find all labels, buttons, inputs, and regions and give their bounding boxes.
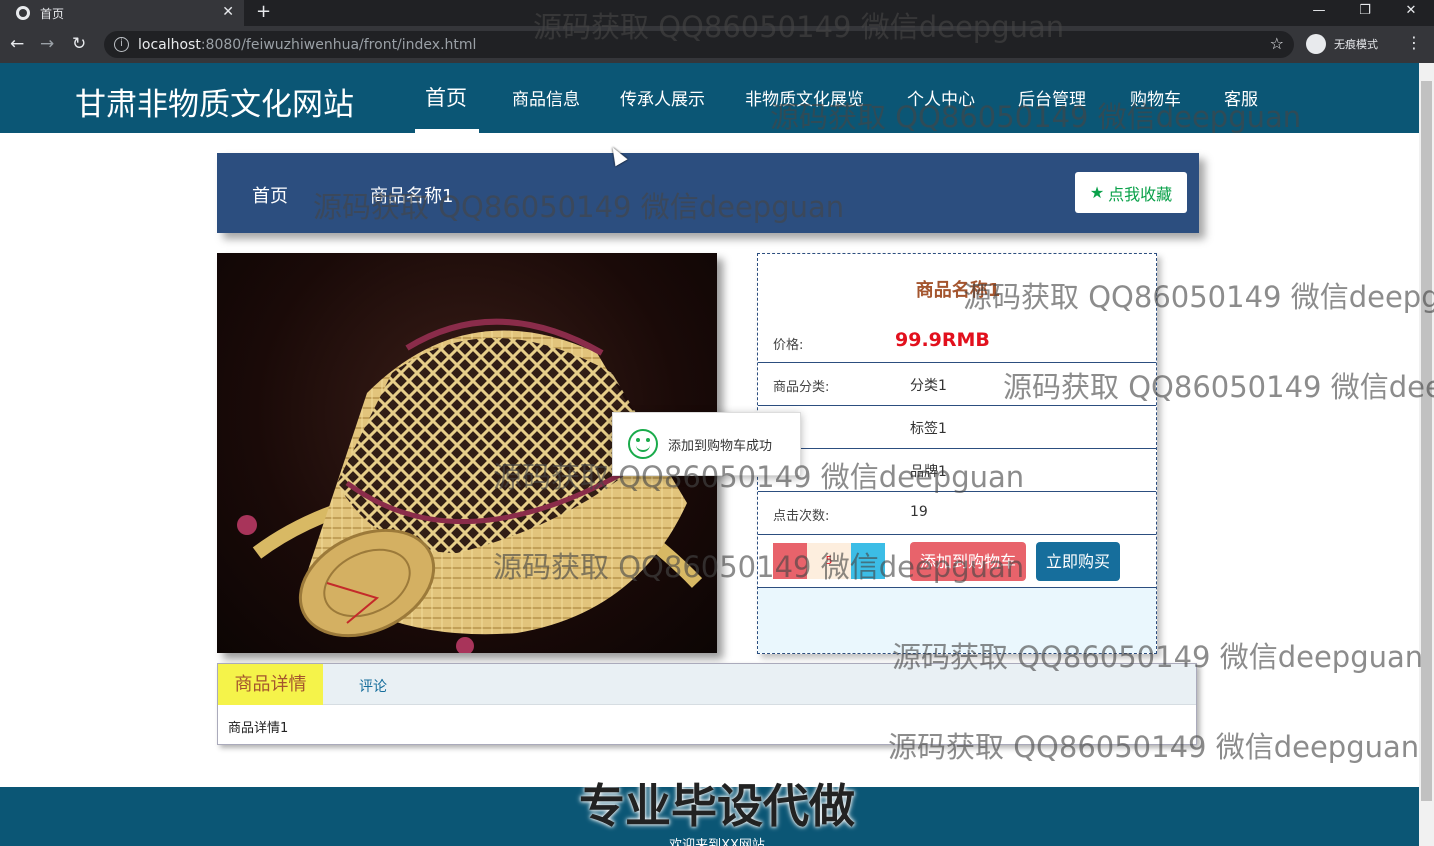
incognito-icon	[1306, 34, 1326, 54]
browser-tab-bar: 首页 ✕ + — ❐ ✕	[0, 0, 1434, 26]
brand-value: 品牌1	[910, 464, 947, 480]
favorite-button[interactable]: ★ 点我收藏	[1075, 172, 1187, 213]
nav-cart[interactable]: 购物车	[1130, 85, 1181, 110]
nav-active-indicator	[415, 129, 479, 133]
quantity-stepper: 5	[773, 543, 885, 579]
minimize-icon[interactable]: —	[1296, 0, 1342, 22]
browser-tab[interactable]: 首页 ✕	[0, 0, 244, 26]
category-row: 商品分类: 分类1	[758, 363, 1156, 406]
globe-icon	[16, 6, 30, 20]
info-panel-footer	[758, 588, 1156, 653]
nav-admin[interactable]: 后台管理	[1018, 85, 1086, 110]
price-label: 价格:	[773, 338, 804, 353]
detail-content: 商品详情1	[228, 721, 289, 736]
clicks-value: 19	[910, 504, 928, 520]
new-tab-button[interactable]: +	[256, 0, 271, 24]
product-info-panel: 商品名称1 价格: 99.9RMB 商品分类: 分类1 : 标签1 : 品牌1 …	[757, 253, 1157, 654]
url-path: :8080/feiwuzhiwenhua/front/index.html	[200, 36, 477, 53]
browser-toolbar: ← → ↻ i localhost:8080/feiwuzhiwenhua/fr…	[0, 26, 1434, 63]
back-arrow-icon[interactable]: ←	[10, 34, 24, 54]
brand-row: : 品牌1	[758, 449, 1156, 492]
breadcrumb-current: 商品名称1	[370, 186, 454, 207]
nav-inheritors[interactable]: 传承人展示	[620, 85, 705, 110]
forward-arrow-icon[interactable]: →	[40, 34, 54, 54]
tab-comments[interactable]: 评论	[359, 676, 387, 696]
nav-exhibition[interactable]: 非物质文化展览	[745, 85, 864, 110]
star-icon: ★	[1089, 183, 1105, 202]
tag-value: 标签1	[910, 421, 947, 437]
nav-home[interactable]: 首页	[425, 82, 467, 112]
toast-message: 添加到购物车成功	[668, 438, 773, 454]
clicks-label: 点击次数:	[773, 509, 830, 524]
scrollbar-thumb[interactable]	[1421, 81, 1432, 801]
price-value: 99.9RMB	[895, 329, 990, 351]
add-to-cart-button[interactable]: 添加到购物车	[910, 542, 1026, 581]
window-controls: — ❐ ✕	[1296, 0, 1434, 22]
address-bar[interactable]: i localhost:8080/feiwuzhiwenhua/front/in…	[104, 31, 1294, 58]
browser-tab-title: 首页	[40, 6, 65, 21]
category-value: 分类1	[910, 378, 947, 394]
restore-icon[interactable]: ❐	[1342, 0, 1388, 22]
tabs-header: 商品详情 评论	[218, 664, 1196, 705]
quantity-minus-button[interactable]	[773, 543, 807, 579]
tag-row: : 标签1	[758, 406, 1156, 449]
tab-detail[interactable]: 商品详情	[218, 664, 323, 705]
incognito-indicator[interactable]: 无痕模式	[1306, 32, 1378, 56]
buy-now-button[interactable]: 立即购买	[1036, 542, 1120, 581]
bookmark-star-icon[interactable]: ☆	[1270, 34, 1284, 53]
nav-products[interactable]: 商品信息	[512, 85, 580, 110]
smile-icon	[628, 429, 658, 459]
favorite-label: 点我收藏	[1108, 184, 1173, 204]
url-host: localhost	[138, 36, 201, 53]
info-icon[interactable]: i	[114, 37, 129, 52]
breadcrumb: 首页 商品名称1 ★ 点我收藏	[217, 153, 1199, 233]
category-label: 商品分类:	[773, 380, 830, 395]
quantity-input[interactable]: 5	[807, 543, 851, 579]
breadcrumb-home[interactable]: 首页	[252, 182, 288, 208]
page-scrollbar[interactable]	[1419, 63, 1434, 846]
site-header: 甘肃非物质文化网站 首页 商品信息 传承人展示 非物质文化展览 个人中心 后台管…	[0, 63, 1419, 133]
nav-service[interactable]: 客服	[1224, 85, 1258, 110]
quantity-plus-button[interactable]	[851, 543, 885, 579]
product-tabs: 商品详情 评论 商品详情1	[217, 663, 1197, 745]
window-close-icon[interactable]: ✕	[1388, 0, 1434, 22]
actions-row: 5 添加到购物车 立即购买	[758, 535, 1156, 588]
reload-icon[interactable]: ↻	[72, 34, 86, 54]
incognito-label: 无痕模式	[1334, 38, 1378, 51]
nav-personal-center[interactable]: 个人中心	[907, 85, 975, 110]
close-icon[interactable]: ✕	[222, 4, 234, 20]
success-toast: 添加到购物车成功	[612, 412, 801, 476]
browser-menu-icon[interactable]: ⋮	[1406, 33, 1422, 52]
footer-welcome: 欢迎来到XX网站	[669, 838, 765, 846]
promo-overlay: 专业毕设代做	[579, 779, 855, 833]
product-title: 商品名称1	[915, 280, 1001, 301]
site-brand[interactable]: 甘肃非物质文化网站	[75, 79, 354, 124]
clicks-row: 点击次数: 19	[758, 492, 1156, 535]
